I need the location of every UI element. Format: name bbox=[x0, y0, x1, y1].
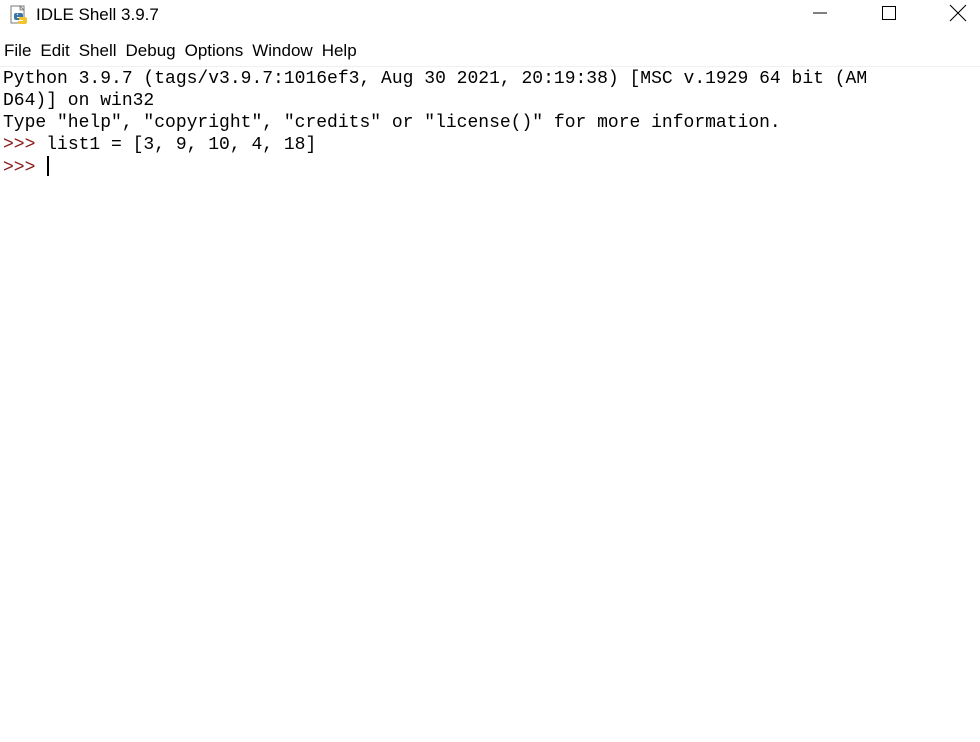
banner-line-1: Python 3.9.7 (tags/v3.9.7:1016ef3, Aug 3… bbox=[3, 69, 868, 89]
window-title: IDLE Shell 3.9.7 bbox=[36, 5, 159, 24]
menu-bar: File Edit Shell Debug Options Window Hel… bbox=[0, 38, 980, 64]
menu-file[interactable]: File bbox=[0, 38, 36, 64]
input-line[interactable]: >>> bbox=[3, 156, 966, 178]
command-text: list1 = [3, 9, 10, 4, 18] bbox=[46, 135, 317, 155]
shell-text-area[interactable]: Python 3.9.7 (tags/v3.9.7:1016ef3, Aug 3… bbox=[0, 67, 966, 742]
menu-debug[interactable]: Debug bbox=[122, 38, 181, 64]
menu-edit[interactable]: Edit bbox=[36, 38, 74, 64]
shell-prompt: >>> bbox=[3, 135, 47, 155]
shell-prompt-active: >>> bbox=[3, 158, 47, 178]
vertical-scrollbar[interactable] bbox=[966, 67, 980, 742]
maximize-button[interactable] bbox=[866, 0, 912, 31]
title-bar[interactable]: IDLE Shell 3.9.7 bbox=[0, 0, 980, 31]
command-line-1: >>> list1 = [3, 9, 10, 4, 18] bbox=[3, 134, 966, 156]
maximize-icon bbox=[881, 5, 897, 26]
menu-shell[interactable]: Shell bbox=[75, 38, 122, 64]
idle-shell-window: IDLE Shell 3.9.7 File Edit Shell Debug O… bbox=[0, 0, 980, 742]
close-button[interactable] bbox=[935, 0, 980, 31]
banner-line-2: D64)] on win32 bbox=[3, 91, 155, 111]
menu-window[interactable]: Window bbox=[248, 38, 317, 64]
text-cursor bbox=[47, 156, 50, 176]
banner-line-3: Type "help", "copyright", "credits" or "… bbox=[3, 113, 781, 133]
minimize-button[interactable] bbox=[797, 0, 843, 31]
menu-help[interactable]: Help bbox=[318, 38, 362, 64]
python-idle-icon[interactable] bbox=[8, 4, 30, 26]
menu-options[interactable]: Options bbox=[181, 38, 249, 64]
close-icon bbox=[949, 4, 967, 27]
minimize-icon bbox=[812, 5, 828, 26]
